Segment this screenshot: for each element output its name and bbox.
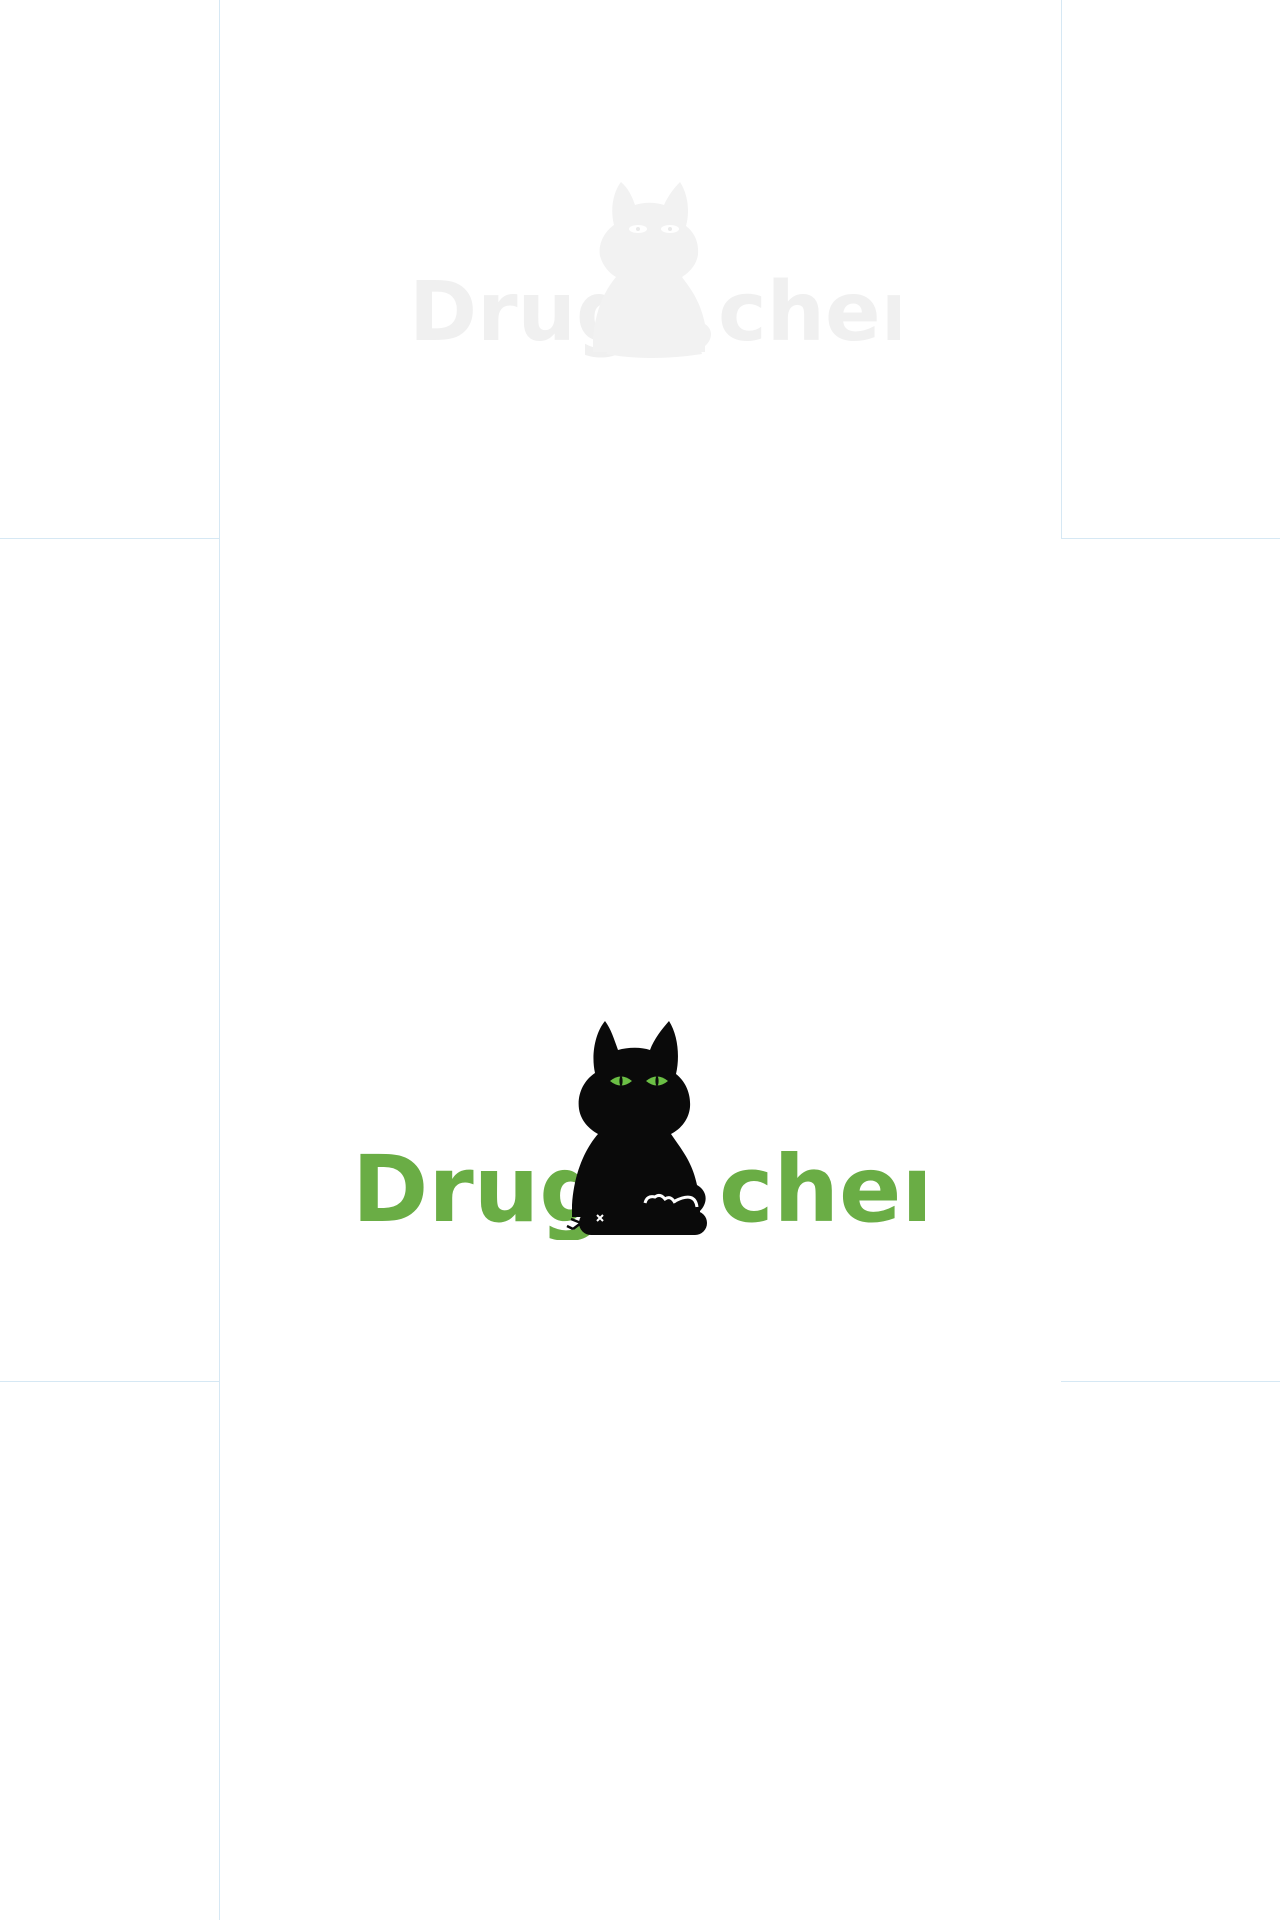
- logo-right-text: cher: [719, 1136, 925, 1240]
- mouse-icon: [566, 1211, 707, 1235]
- guide-line-right-upper: [1061, 0, 1062, 539]
- watermark-logo: Drug cher: [409, 182, 900, 360]
- guide-line-upper-left: [0, 538, 220, 539]
- cat-icon: [572, 1021, 706, 1217]
- guide-line-upper-right: [1061, 538, 1280, 539]
- guide-line-lower-left: [0, 1381, 220, 1382]
- guide-line-lower-right: [1061, 1381, 1280, 1382]
- canvas: Drug cher Drug cher: [0, 0, 1280, 1920]
- logo-left-text: Drug: [352, 1136, 605, 1240]
- drugcatcher-logo: Drug cher: [352, 1021, 925, 1240]
- guide-line-left: [219, 0, 220, 1920]
- watermark-cat-icon: [593, 182, 712, 358]
- watermark-logo-right-text: cher: [718, 265, 900, 360]
